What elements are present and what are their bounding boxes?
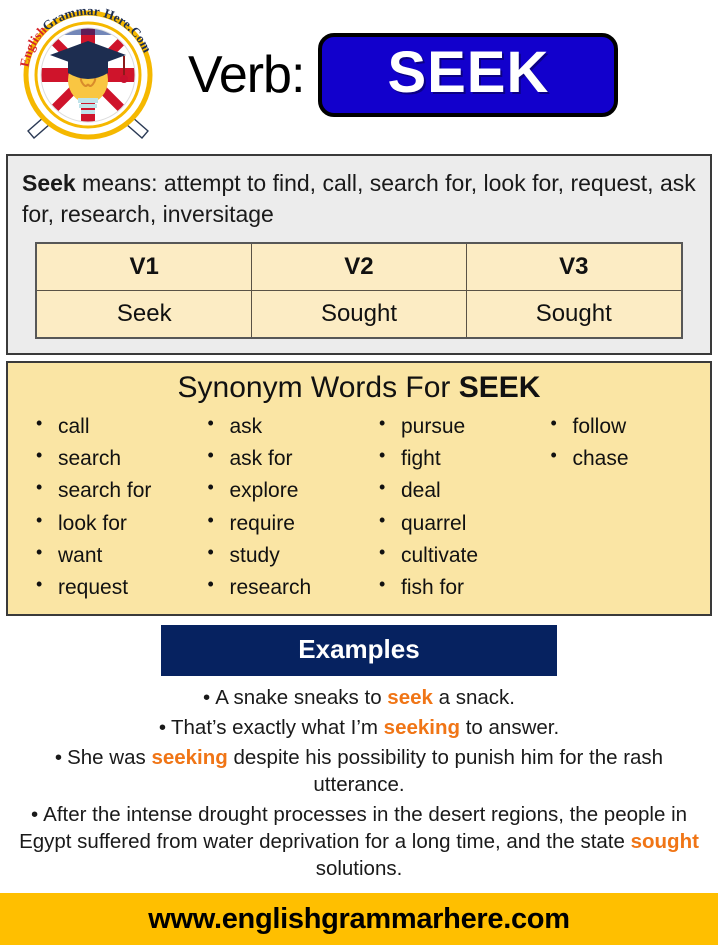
- list-item: • That’s exactly what I’m seeking to answ…: [4, 714, 714, 741]
- example-pre: After the intense drought processes in t…: [19, 803, 688, 854]
- example-pre: That’s exactly what I’m: [171, 715, 384, 739]
- list-item: • She was seeking despite his possibility…: [4, 744, 714, 798]
- verb-word: SEEK: [387, 39, 550, 105]
- example-pre: She was: [67, 745, 152, 769]
- definition-text: Seek means: attempt to find, call, searc…: [22, 168, 696, 230]
- example-pre: A snake sneaks to: [215, 685, 388, 709]
- list-item: call: [34, 410, 188, 443]
- list-item: cultivate: [377, 539, 531, 572]
- list-item: • A snake sneaks to seek a snack.: [4, 684, 714, 711]
- list-item: search for: [34, 474, 188, 507]
- synonyms-column-3: pursue fight deal quarrel cultivate fish…: [359, 410, 531, 604]
- synonyms-title: Synonym Words For SEEK: [16, 371, 702, 406]
- list-item: require: [206, 506, 360, 540]
- table-header-v3: V3: [465, 242, 683, 291]
- list-item: ask: [206, 410, 360, 443]
- definition-rest: means: attempt to find, call, search for…: [22, 170, 696, 227]
- example-post: a snack.: [432, 685, 515, 709]
- examples-heading-bar: Examples: [161, 624, 557, 676]
- list-item: want: [34, 539, 188, 572]
- list-item: pursue: [377, 410, 531, 443]
- synonyms-panel: Synonym Words For SEEK call search searc…: [6, 360, 712, 616]
- list-item: ask for: [206, 442, 360, 475]
- synonyms-column-1: call search search for look for want req…: [16, 410, 188, 604]
- list-item: look for: [34, 506, 188, 540]
- page-header: English Grammar Here.Com Verb: SEEK: [0, 0, 718, 150]
- bullet-icon: •: [54, 745, 63, 769]
- table-row-values: Seek Sought Sought: [35, 289, 683, 339]
- site-logo: English Grammar Here.Com: [8, 5, 168, 145]
- logo-badge-icon: English Grammar Here.Com: [17, 5, 155, 140]
- example-post: solutions.: [315, 857, 403, 881]
- example-post: despite his possibility to punish him fo…: [227, 745, 664, 797]
- table-row-headers: V1 V2 V3: [35, 242, 683, 291]
- list-item: fish for: [377, 571, 531, 604]
- synonyms-title-word: SEEK: [458, 370, 541, 404]
- definition-lead-word: Seek: [22, 170, 76, 196]
- table-header-v2: V2: [250, 242, 467, 291]
- example-highlight: sought: [630, 830, 699, 854]
- bullet-icon: •: [158, 715, 166, 739]
- table-cell-v1: Seek: [35, 289, 252, 339]
- examples-list: • A snake sneaks to seek a snack. • That’s…: [4, 684, 714, 882]
- footer-url: www.englishgrammarhere.com: [148, 902, 570, 935]
- table-cell-v2: Sought: [250, 289, 467, 339]
- bullet-icon: •: [203, 685, 211, 709]
- synonyms-columns: call search search for look for want req…: [16, 410, 703, 604]
- list-item: chase: [549, 442, 703, 475]
- list-item: explore: [206, 474, 360, 507]
- example-highlight: seeking: [151, 745, 228, 769]
- verb-label: Verb:: [188, 45, 305, 104]
- verb-badge: SEEK: [318, 32, 619, 118]
- site-footer: www.englishgrammarhere.com: [0, 893, 718, 945]
- page-title: Verb: SEEK: [168, 32, 710, 118]
- synonyms-title-prefix: Synonym Words For: [177, 370, 459, 404]
- list-item: request: [34, 571, 188, 604]
- definition-panel: Seek means: attempt to find, call, searc…: [6, 154, 712, 355]
- synonyms-column-4: follow chase: [531, 410, 703, 604]
- bullet-icon: •: [30, 803, 39, 827]
- example-post: to answer.: [460, 715, 560, 739]
- example-highlight: seeking: [383, 715, 461, 739]
- examples-heading: Examples: [298, 633, 420, 664]
- example-highlight: seek: [387, 685, 433, 709]
- table-header-v1: V1: [35, 242, 252, 291]
- synonyms-column-2: ask ask for explore require study resear…: [188, 410, 360, 604]
- list-item: deal: [377, 474, 531, 507]
- list-item: • After the intense drought processes in …: [4, 801, 714, 882]
- list-item: follow: [549, 410, 703, 443]
- list-item: study: [206, 539, 360, 572]
- list-item: search: [34, 442, 188, 475]
- table-cell-v3: Sought: [465, 289, 683, 339]
- list-item: quarrel: [377, 506, 531, 540]
- verb-forms-table: V1 V2 V3 Seek Sought Sought: [35, 241, 683, 339]
- list-item: research: [206, 571, 360, 604]
- list-item: fight: [377, 442, 531, 475]
